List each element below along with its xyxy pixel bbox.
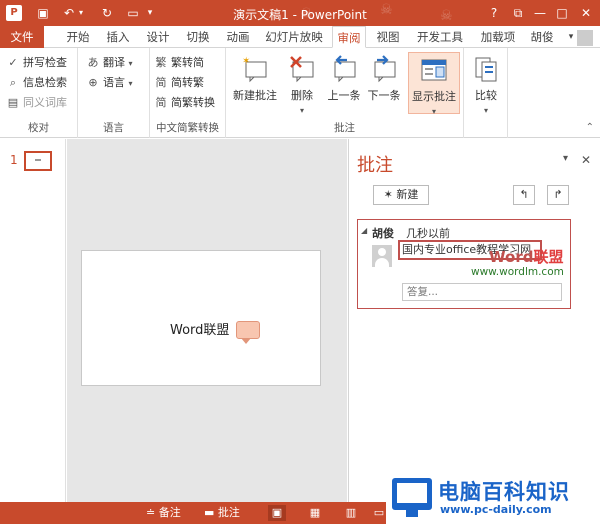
language-button[interactable]: ⊕ 语言 ▾ [86,74,132,92]
next-comment-button[interactable]: 下一条 [364,52,404,114]
compare-button[interactable]: 比较 ▾ [466,52,506,115]
comments-pane-title: 批注 [357,155,393,176]
chinese-conversion-group: 繁繁转简 简简转繁 简简繁转换 中文简繁转换 [150,48,226,138]
logo-url: www.pc-daily.com [440,503,552,516]
translate-button[interactable]: あ翻译 ▾ [86,54,133,72]
next-arrow-icon: ↱ [553,188,563,201]
comment-time: 几秒以前 [406,227,450,240]
slide-sorter-view-icon[interactable]: ▦ [306,505,324,521]
tab-view[interactable]: 视图 [370,26,406,48]
author-avatar [372,245,392,267]
language-group: あ翻译 ▾ ⊕ 语言 ▾ 语言 [78,48,150,138]
conversion-button[interactable]: 简简繁转换 [154,94,216,112]
notes-toggle[interactable]: ≐ 备注 [146,505,181,521]
to-traditional-button[interactable]: 繁繁转简 [154,54,205,72]
research-icon: ⌕ [9,76,17,89]
comment-marker-icon[interactable] [236,321,260,344]
to-simplified-button[interactable]: 简简转繁 [154,74,205,92]
simplified-icon: 简 [155,76,167,89]
tab-insert[interactable]: 插入 [100,26,136,48]
proofing-group: ✓ 拼写检查 ⌕ 信息检索 ▤ 同义词库 校对 [0,48,78,138]
reply-input[interactable]: 答复... [402,283,562,301]
notes-icon: ≐ [146,506,156,519]
slide-thumbnail-pane: 1 [0,139,66,502]
comments-pane: 批注 ▾ ✕ ✶ 新建 ↰ ↱ ◢ 胡俊 几秒以前 国内专业office教程学习… [348,139,600,502]
pane-next-button[interactable]: ↱ [547,185,569,205]
conversion-icon: 简 [155,96,167,109]
ribbon-tabs: 文件 开始 插入 设计 切换 动画 幻灯片放映 审阅 视图 开发工具 加载项 胡… [0,26,600,48]
tab-animations[interactable]: 动画 [220,26,256,48]
new-comment-icon: ✶ [242,56,267,83]
collapse-thread-icon[interactable]: ◢ [361,226,367,235]
thesaurus-button[interactable]: ▤ 同义词库 [6,94,67,112]
previous-arrow-icon: ↰ [519,188,529,201]
spell-check-icon: ✓ [8,56,18,69]
tab-developer[interactable]: 开发工具 [410,26,470,48]
tab-file[interactable]: 文件 [0,26,44,48]
tab-transitions[interactable]: 切换 [180,26,216,48]
language-icon: ⊕ [88,76,98,89]
new-comment-pane-button[interactable]: ✶ 新建 [373,185,429,205]
show-comments-icon [421,59,447,81]
thesaurus-icon: ▤ [7,96,19,109]
ribbon-display-options-button[interactable]: ⧉ [508,4,528,22]
group-label-comments: 批注 [334,122,355,134]
delete-comment-button[interactable]: 删除 ▾ [282,52,322,115]
group-label-proofing: 校对 [28,122,49,134]
slide-text[interactable]: Word联盟 [170,319,229,338]
pane-options-icon[interactable]: ▾ [563,153,568,164]
monitor-logo-icon [392,478,432,517]
ribbon: ✓ 拼写检查 ⌕ 信息检索 ▤ 同义词库 校对 あ翻译 ▾ ⊕ 语言 ▾ 语言 繁繁转简… [0,48,600,138]
slide-thumbnail[interactable] [24,151,52,171]
minimize-button[interactable]: — [530,4,550,22]
watermark-url: www.wordlm.com [471,266,564,278]
comment-author: 胡俊 [372,227,394,240]
comment-icon: ▬ [204,506,215,519]
previous-comment-button[interactable]: 上一条 [324,52,364,114]
tab-home[interactable]: 开始 [60,26,96,48]
new-comment-button[interactable]: ✶ 新建批注 [230,52,280,114]
collapse-ribbon-icon[interactable]: ⌃ [586,122,594,133]
slide[interactable]: Word联盟 [81,250,321,386]
comments-toggle[interactable]: ▬ 批注 [204,505,240,521]
group-label-chinese-conversion: 中文简繁转换 [156,122,219,134]
close-pane-icon[interactable]: ✕ [581,153,591,167]
comments-group: ✶ 新建批注 删除 ▾ 上一条 下一条 显示批注 ▾ 批注 [226,48,464,138]
tab-review[interactable]: 审阅 [332,26,366,48]
new-comment-small-icon: ✶ [383,188,393,201]
normal-view-icon[interactable]: ▣ [268,505,286,521]
user-avatar-icon[interactable] [574,26,596,48]
reading-view-icon[interactable]: ▥ [342,505,360,521]
pane-previous-button[interactable]: ↰ [513,185,535,205]
previous-comment-icon [334,55,356,83]
show-comments-button[interactable]: 显示批注 ▾ [408,52,460,116]
delete-comment-icon [290,56,314,83]
close-button[interactable]: ✕ [576,4,596,22]
user-account[interactable]: 胡俊 [524,26,560,48]
research-button[interactable]: ⌕ 信息检索 [6,74,67,92]
spell-check-button[interactable]: ✓ 拼写检查 [6,54,67,72]
traditional-icon: 繁 [155,56,167,69]
watermark-wordlm: Word联盟 [489,248,564,266]
group-label-language: 语言 [103,122,124,134]
svg-text:✶: ✶ [242,56,250,67]
tab-slideshow[interactable]: 幻灯片放映 [258,26,330,48]
title-bar: ☠ ☠ ☠ P ▣ ↶ ▾ ↻ ▭ ▾ 演示文稿1 - PowerPoint ?… [0,0,600,26]
slide-editing-area: Word联盟 [67,139,347,502]
translate-icon: あ [87,56,99,69]
logo-name: 电脑百科知识 [438,480,570,504]
compare-icon [475,57,497,82]
site-logo: 电脑百科知识 www.pc-daily.com [386,470,600,524]
tab-design[interactable]: 设计 [140,26,176,48]
tab-addins[interactable]: 加载项 [474,26,522,48]
compare-group: 比较 ▾ [464,48,508,138]
help-button[interactable]: ? [484,4,504,22]
next-comment-icon [374,55,396,83]
slide-number: 1 [10,153,18,167]
maximize-button[interactable]: □ [552,4,572,22]
